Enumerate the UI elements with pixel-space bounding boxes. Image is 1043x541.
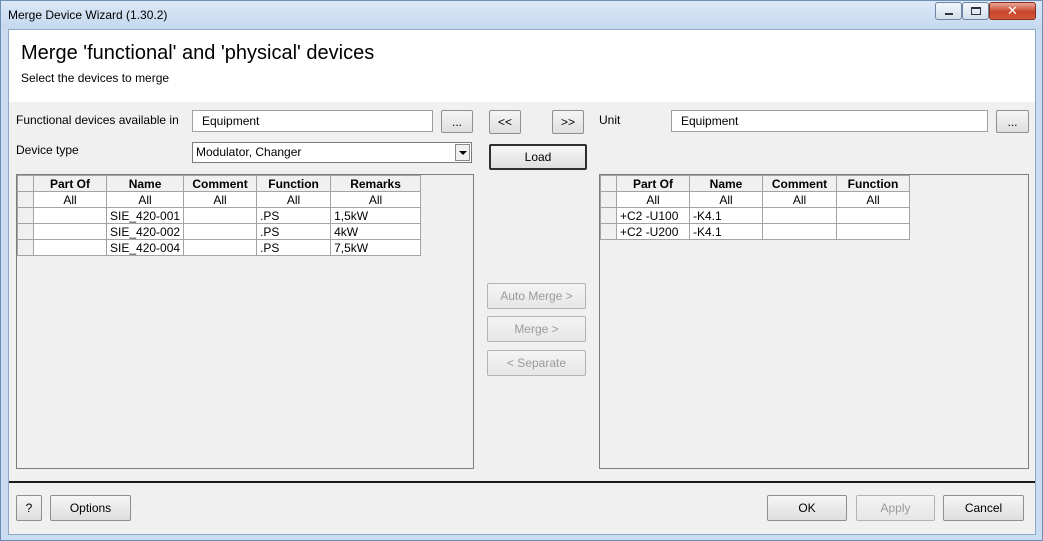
- row-header[interactable]: [17, 207, 34, 224]
- table-row[interactable]: SIE_420-004 .PS 7,5kW: [17, 239, 422, 256]
- table-cell[interactable]: [33, 207, 107, 224]
- unit-input[interactable]: Equipment: [671, 110, 988, 132]
- table-cell[interactable]: [762, 223, 837, 240]
- load-button[interactable]: Load: [489, 144, 587, 170]
- table-cell[interactable]: 1,5kW: [330, 207, 422, 224]
- filter-cell[interactable]: All: [105, 191, 185, 208]
- filter-cell[interactable]: All: [33, 191, 107, 208]
- table-cell[interactable]: [836, 223, 910, 240]
- maximize-icon: [970, 7, 981, 15]
- table-cell[interactable]: .PS: [256, 223, 332, 240]
- table-cell[interactable]: SIE_420-001: [105, 207, 185, 224]
- filter-cell[interactable]: All: [762, 191, 837, 208]
- functional-devices-table: Part Of Name Comment Function Remarks Al…: [17, 175, 422, 256]
- row-header-corner: [17, 175, 34, 192]
- close-button[interactable]: ✕: [989, 2, 1036, 20]
- table-cell[interactable]: [183, 239, 258, 256]
- auto-merge-button[interactable]: Auto Merge >: [487, 283, 586, 309]
- merge-device-wizard-window: Merge Device Wizard (1.30.2) ✕ Merge 'fu…: [0, 0, 1043, 541]
- minimize-icon: [944, 13, 953, 15]
- filter-cell[interactable]: All: [183, 191, 258, 208]
- chevron-down-icon[interactable]: [455, 144, 470, 161]
- row-header[interactable]: [17, 223, 34, 240]
- table-cell[interactable]: [183, 207, 258, 224]
- wizard-header: Merge 'functional' and 'physical' device…: [9, 30, 1035, 102]
- table-cell[interactable]: .PS: [256, 239, 332, 256]
- merge-button[interactable]: Merge >: [487, 316, 586, 342]
- column-header-name[interactable]: Name: [105, 175, 185, 192]
- table-cell[interactable]: [33, 223, 107, 240]
- filter-row: All All All All: [600, 191, 910, 208]
- table-row[interactable]: SIE_420-001 .PS 1,5kW: [17, 207, 422, 224]
- functional-browse-button[interactable]: ...: [441, 110, 473, 133]
- table-cell[interactable]: -K4.1: [689, 223, 763, 240]
- page-title: Merge 'functional' and 'physical' device…: [21, 42, 375, 64]
- filter-row: All All All All All: [17, 191, 422, 208]
- column-header-comment[interactable]: Comment: [183, 175, 258, 192]
- table-cell[interactable]: [33, 239, 107, 256]
- table-cell[interactable]: [183, 223, 258, 240]
- window-title: Merge Device Wizard (1.30.2): [8, 8, 168, 22]
- column-header-part-of[interactable]: Part Of: [616, 175, 690, 192]
- table-cell[interactable]: .PS: [256, 207, 332, 224]
- column-header-function[interactable]: Function: [836, 175, 910, 192]
- row-header[interactable]: [17, 239, 34, 256]
- device-type-value: Modulator, Changer: [196, 145, 302, 159]
- table-cell[interactable]: 7,5kW: [330, 239, 422, 256]
- separate-button[interactable]: < Separate: [487, 350, 586, 376]
- row-header-corner: [600, 175, 617, 192]
- apply-button[interactable]: Apply: [856, 495, 935, 521]
- table-header-row: Part Of Name Comment Function: [600, 175, 910, 192]
- minimize-button[interactable]: [935, 2, 962, 20]
- filter-cell[interactable]: All: [689, 191, 763, 208]
- ok-button[interactable]: OK: [767, 495, 847, 521]
- table-cell[interactable]: 4kW: [330, 223, 422, 240]
- unit-browse-button[interactable]: ...: [996, 110, 1029, 133]
- table-header-row: Part Of Name Comment Function Remarks: [17, 175, 422, 192]
- close-icon: ✕: [1007, 3, 1018, 18]
- column-header-part-of[interactable]: Part Of: [33, 175, 107, 192]
- help-button[interactable]: ?: [16, 495, 42, 521]
- dialog-client-area: Merge 'functional' and 'physical' device…: [8, 29, 1036, 535]
- table-row[interactable]: +C2 -U100 -K4.1: [600, 207, 910, 224]
- table-cell[interactable]: +C2 -U200: [616, 223, 690, 240]
- table-cell[interactable]: [836, 207, 910, 224]
- column-header-comment[interactable]: Comment: [762, 175, 837, 192]
- row-header: [17, 191, 34, 208]
- functional-devices-label: Functional devices available in: [16, 113, 179, 127]
- table-cell[interactable]: +C2 -U100: [616, 207, 690, 224]
- column-header-function[interactable]: Function: [256, 175, 332, 192]
- filter-cell[interactable]: All: [256, 191, 332, 208]
- column-header-remarks[interactable]: Remarks: [330, 175, 422, 192]
- unit-label: Unit: [599, 113, 621, 127]
- table-cell[interactable]: -K4.1: [689, 207, 763, 224]
- table-cell[interactable]: SIE_420-002: [105, 223, 185, 240]
- previous-button[interactable]: <<: [489, 110, 521, 134]
- functional-devices-grid[interactable]: Part Of Name Comment Function Remarks Al…: [16, 174, 474, 469]
- row-header[interactable]: [600, 207, 617, 224]
- physical-devices-table: Part Of Name Comment Function All All Al…: [600, 175, 910, 240]
- filter-cell[interactable]: All: [616, 191, 690, 208]
- maximize-button[interactable]: [962, 2, 989, 20]
- physical-devices-grid[interactable]: Part Of Name Comment Function All All Al…: [599, 174, 1029, 469]
- column-header-name[interactable]: Name: [689, 175, 763, 192]
- table-cell[interactable]: SIE_420-004: [105, 239, 185, 256]
- device-type-select[interactable]: Modulator, Changer: [192, 142, 472, 163]
- row-header[interactable]: [600, 223, 617, 240]
- table-row[interactable]: SIE_420-002 .PS 4kW: [17, 223, 422, 240]
- row-header: [600, 191, 617, 208]
- filter-cell[interactable]: All: [836, 191, 910, 208]
- functional-devices-input[interactable]: Equipment: [192, 110, 433, 132]
- table-row[interactable]: +C2 -U200 -K4.1: [600, 223, 910, 240]
- page-subtitle: Select the devices to merge: [21, 71, 170, 85]
- table-cell[interactable]: [762, 207, 837, 224]
- filter-cell[interactable]: All: [330, 191, 422, 208]
- title-bar[interactable]: Merge Device Wizard (1.30.2) ✕: [1, 1, 1042, 29]
- footer-divider: [9, 481, 1035, 483]
- next-button[interactable]: >>: [552, 110, 584, 134]
- device-type-label: Device type: [16, 143, 79, 157]
- cancel-button[interactable]: Cancel: [943, 495, 1024, 521]
- options-button[interactable]: Options: [50, 495, 131, 521]
